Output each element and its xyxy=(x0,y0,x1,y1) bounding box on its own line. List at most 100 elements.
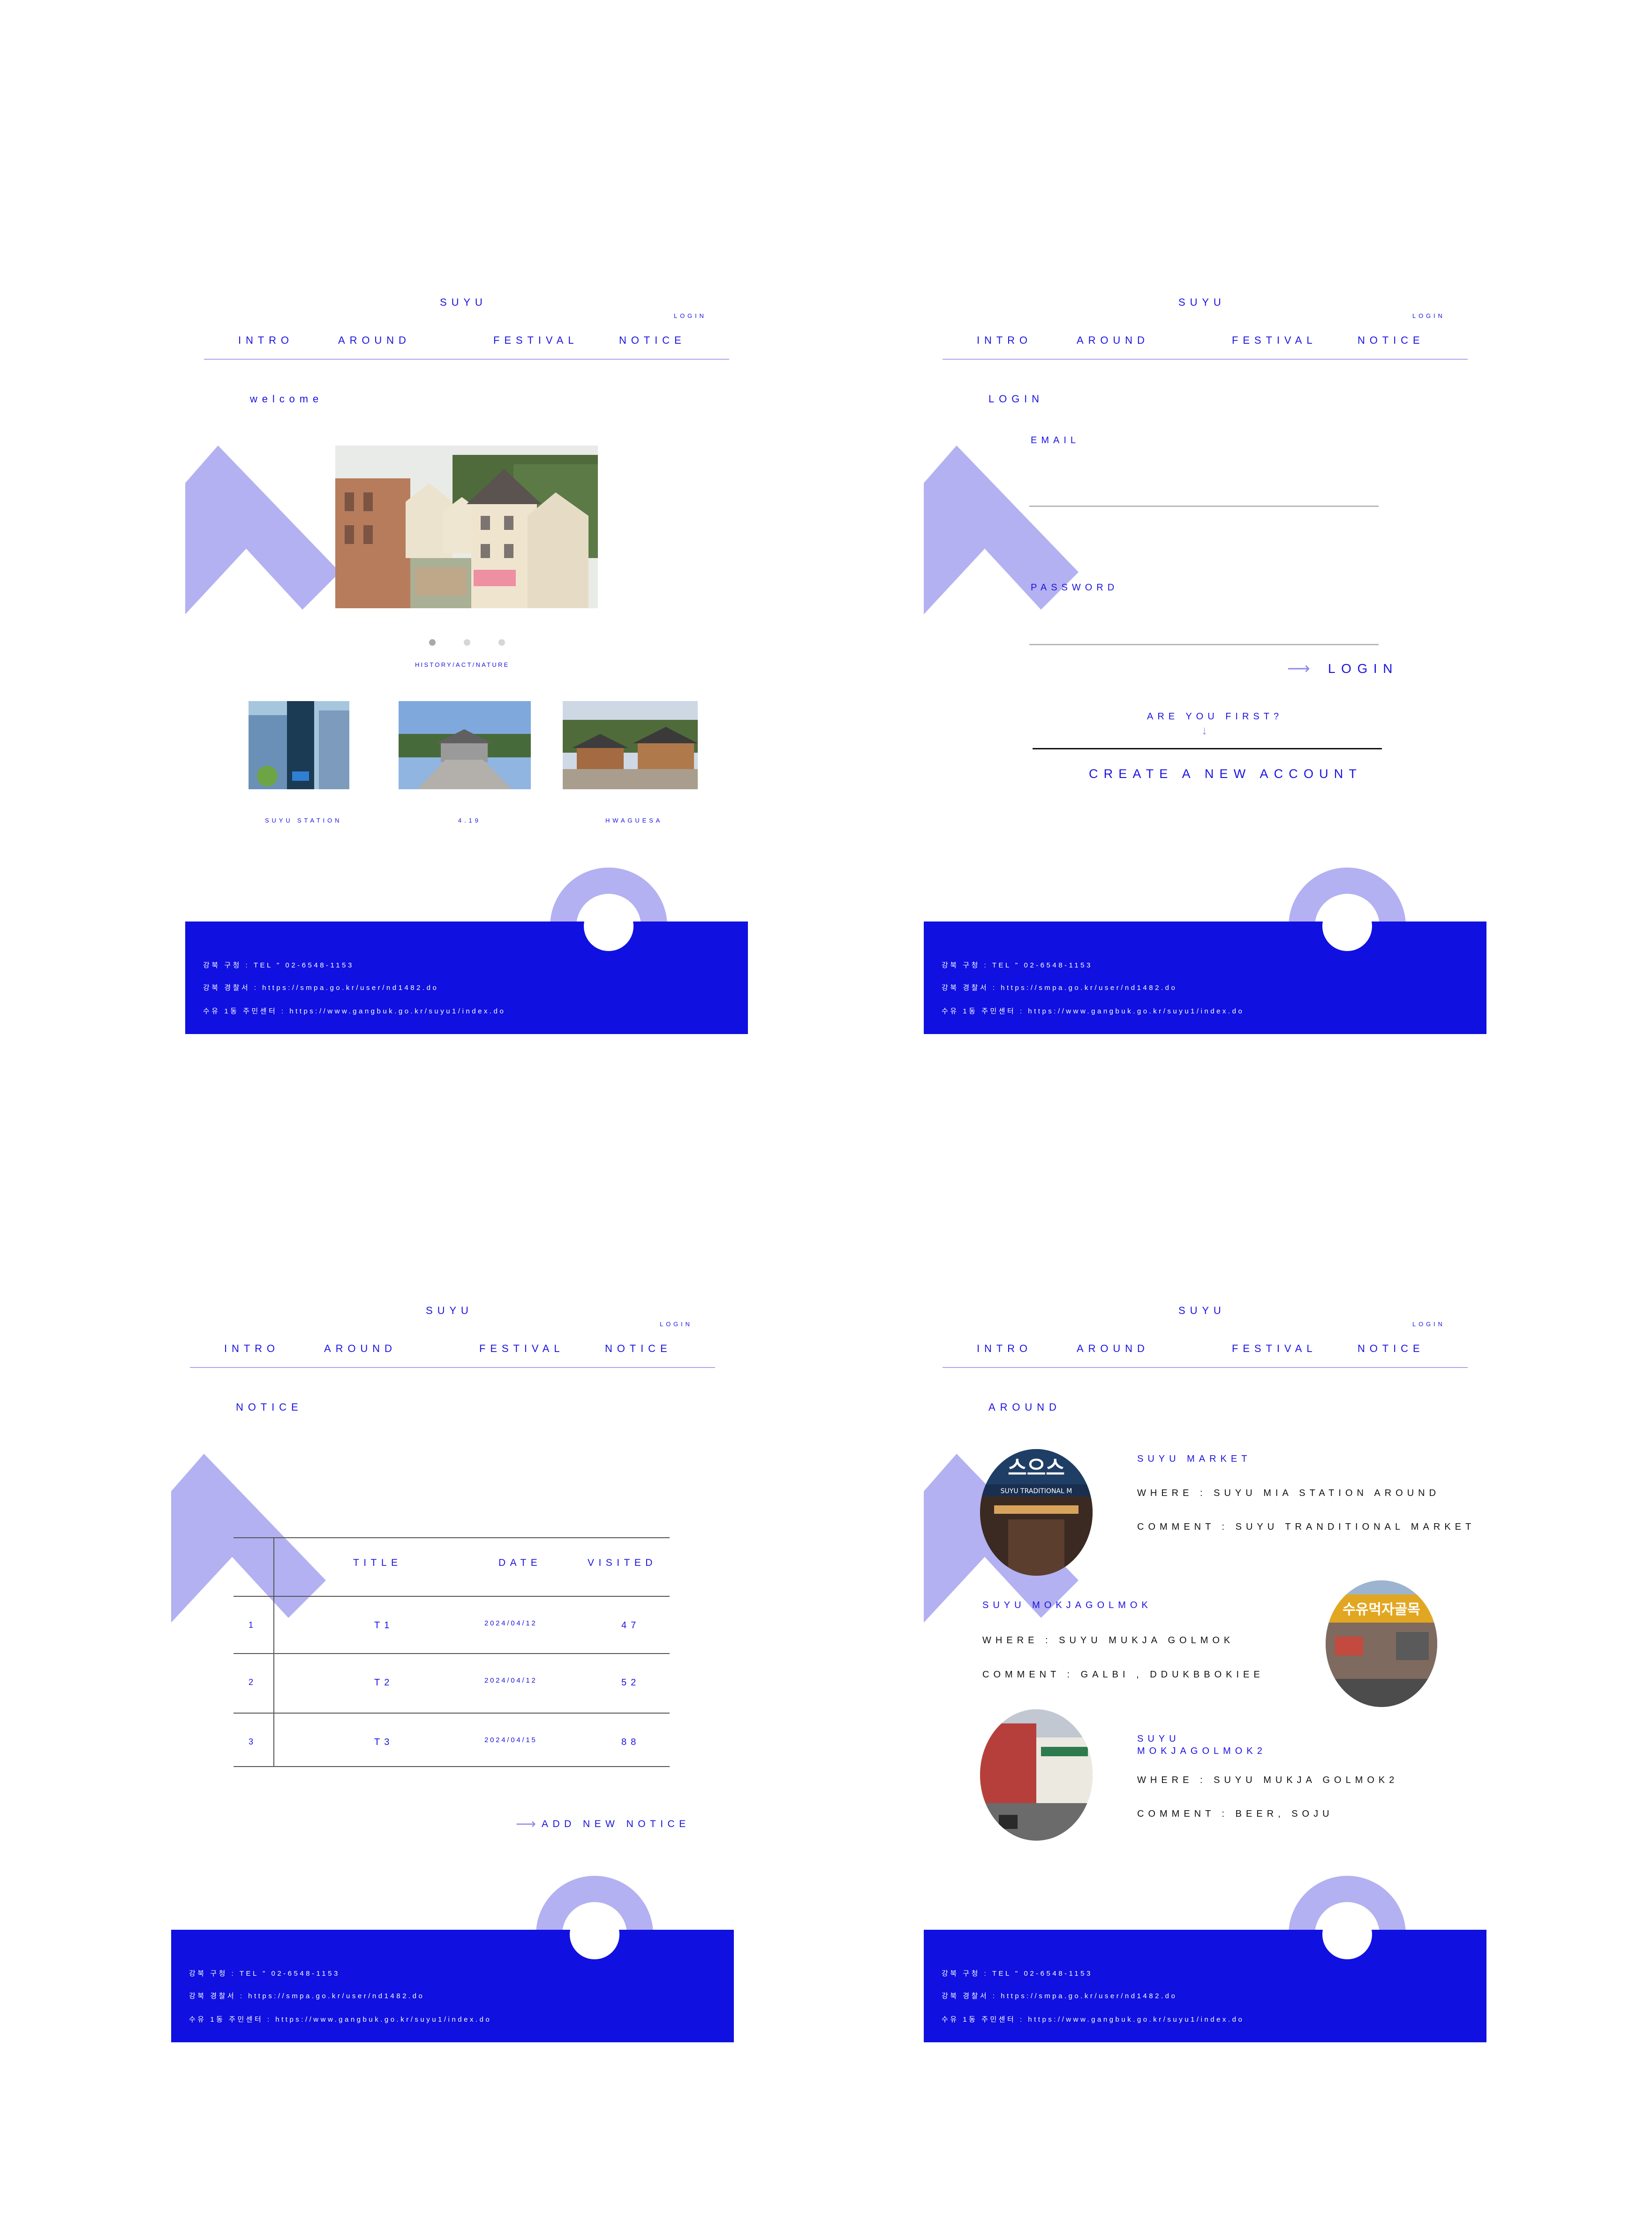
nav-around[interactable]: AROUND xyxy=(324,1343,397,1355)
nav-intro[interactable]: INTRO xyxy=(224,1343,279,1355)
place-name: SUYU MARKET xyxy=(1137,1454,1252,1464)
footer-line-district-office: 강북 구청 : TEL " 02-6548-1153 xyxy=(942,1970,1093,1978)
caption-suyu-station: SUYU STATION xyxy=(265,817,342,824)
carousel-dot-3[interactable] xyxy=(498,639,505,646)
nav-notice[interactable]: NOTICE xyxy=(605,1343,672,1355)
row-title[interactable]: T1 xyxy=(374,1620,393,1631)
nav-festival[interactable]: FESTIVAL xyxy=(1232,1343,1317,1355)
login-button[interactable]: LOGIN xyxy=(1328,661,1398,676)
nav-around[interactable]: AROUND xyxy=(1077,334,1149,347)
row-visited: 52 xyxy=(621,1677,641,1688)
footer-line-district-office: 강북 구청 : TEL " 02-6548-1153 xyxy=(942,961,1093,969)
notice-table: TITLE DATE VISITED 1 T1 2024/04/12 47 2 … xyxy=(234,1537,670,1767)
add-notice-button[interactable]: ADD NEW NOTICE xyxy=(542,1819,690,1830)
arrow-right-icon: ⟶ xyxy=(1287,660,1310,678)
footer-line-community-center[interactable]: 수유 1동 주민센터 : https://www.gangbuk.go.kr/s… xyxy=(942,2014,1244,2024)
nav-intro[interactable]: INTRO xyxy=(977,1343,1032,1355)
nav-notice[interactable]: NOTICE xyxy=(1358,334,1425,347)
header-divider xyxy=(190,1367,715,1368)
site-logo[interactable]: SUYU xyxy=(1178,296,1226,309)
site-logo[interactable]: SUYU xyxy=(440,296,487,309)
nav-intro[interactable]: INTRO xyxy=(238,334,294,347)
market-photo[interactable]: 스으스 SUYU TRADITIONAL M xyxy=(980,1449,1093,1576)
footer-line-district-office: 강북 구청 : TEL " 02-6548-1153 xyxy=(203,961,354,969)
header-divider xyxy=(204,359,729,360)
carousel-dot-1[interactable] xyxy=(429,639,436,646)
footer-line-district-office: 강북 구청 : TEL " 02-6548-1153 xyxy=(189,1970,340,1978)
table-row[interactable]: 3 T3 2024/04/15 88 xyxy=(234,1714,670,1766)
welcome-heading: welcome xyxy=(250,393,324,405)
row-number: 1 xyxy=(249,1620,254,1630)
table-bottom-rule xyxy=(234,1766,670,1767)
footer-line-police[interactable]: 강북 경찰서 : https://smpa.go.kr/user/nd1482.… xyxy=(942,982,1177,992)
row-date: 2024/04/15 xyxy=(484,1736,537,1744)
street-icon xyxy=(980,1709,1093,1841)
alley-gate-icon: 수유먹자골목 xyxy=(1326,1580,1437,1707)
caption-hwaguesa: HWAGUESA xyxy=(605,817,663,824)
carousel-image[interactable] xyxy=(335,446,598,608)
page-title: AROUND xyxy=(988,1401,1061,1413)
decorative-ring-hole xyxy=(1322,1910,1372,1959)
footer: 강북 구청 : TEL " 02-6548-1153 강북 경찰서 : http… xyxy=(185,921,748,1034)
place-name: SUYU MOKJAGOLMOK xyxy=(982,1600,1152,1610)
market-gate-icon: 스으스 SUYU TRADITIONAL M xyxy=(980,1449,1093,1576)
memorial-photo xyxy=(399,701,531,789)
thumbnail-hwaguesa[interactable] xyxy=(563,701,698,789)
col-header-title: TITLE xyxy=(353,1557,402,1568)
password-label: PASSWORD xyxy=(1031,582,1119,593)
footer-line-police[interactable]: 강북 경찰서 : https://smpa.go.kr/user/nd1482.… xyxy=(189,1991,424,2001)
nav-notice[interactable]: NOTICE xyxy=(1358,1343,1425,1355)
site-logo[interactable]: SUYU xyxy=(1178,1305,1226,1317)
page-title: LOGIN xyxy=(988,393,1044,405)
footer: 강북 구청 : TEL " 02-6548-1153 강북 경찰서 : http… xyxy=(924,921,1486,1034)
create-account-divider xyxy=(1033,748,1382,749)
thumbnail-419[interactable] xyxy=(399,701,531,789)
email-label: EMAIL xyxy=(1031,435,1080,446)
password-field-underline xyxy=(1029,644,1379,645)
site-logo[interactable]: SUYU xyxy=(426,1305,473,1317)
footer-line-police[interactable]: 강북 경찰서 : https://smpa.go.kr/user/nd1482.… xyxy=(203,982,438,992)
place-name: SUYU MOKJAGOLMOK2 xyxy=(1137,1734,1267,1756)
decorative-ring-hole xyxy=(584,901,634,951)
login-link[interactable]: LOGIN xyxy=(660,1321,693,1328)
row-title[interactable]: T2 xyxy=(374,1677,393,1688)
col-header-visited: VISITED xyxy=(588,1557,657,1568)
alley-photo[interactable]: 수유먹자골목 xyxy=(1326,1580,1437,1707)
nav-festival[interactable]: FESTIVAL xyxy=(479,1343,565,1355)
footer-line-community-center[interactable]: 수유 1동 주민센터 : https://www.gangbuk.go.kr/s… xyxy=(189,2014,491,2024)
login-link[interactable]: LOGIN xyxy=(1412,1321,1445,1328)
email-field[interactable] xyxy=(1029,449,1379,487)
nav-intro[interactable]: INTRO xyxy=(977,334,1032,347)
page-title: NOTICE xyxy=(236,1401,303,1413)
nav-around[interactable]: AROUND xyxy=(1077,1343,1149,1355)
table-row[interactable]: 1 T1 2024/04/12 47 xyxy=(234,1597,670,1653)
password-field[interactable] xyxy=(1029,596,1379,642)
footer: 강북 구청 : TEL " 02-6548-1153 강북 경찰서 : http… xyxy=(171,1930,734,2042)
row-number: 3 xyxy=(249,1737,254,1746)
thumbnail-suyu-station[interactable] xyxy=(249,701,349,789)
create-account-button[interactable]: CREATE A NEW ACCOUNT xyxy=(1089,767,1362,781)
footer-line-community-center[interactable]: 수유 1동 주민센터 : https://www.gangbuk.go.kr/s… xyxy=(203,1006,505,1016)
carousel-dot-2[interactable] xyxy=(464,639,470,646)
table-row[interactable]: 2 T2 2024/04/12 52 xyxy=(234,1654,670,1713)
nav-notice[interactable]: NOTICE xyxy=(619,334,686,347)
nav-festival[interactable]: FESTIVAL xyxy=(1232,334,1317,347)
login-link[interactable]: LOGIN xyxy=(1412,312,1445,319)
row-title[interactable]: T3 xyxy=(374,1737,393,1748)
footer-line-police[interactable]: 강북 경찰서 : https://smpa.go.kr/user/nd1482.… xyxy=(942,1991,1177,2001)
place-comment: COMMENT : SUYU TRANDITIONAL MARKET xyxy=(1137,1522,1476,1532)
street-photo[interactable] xyxy=(980,1709,1093,1841)
row-date: 2024/04/12 xyxy=(484,1619,537,1627)
place-where: WHERE : SUYU MUKJA GOLMOK2 xyxy=(1137,1775,1399,1785)
nav-around[interactable]: AROUND xyxy=(338,334,411,347)
nav-festival[interactable]: FESTIVAL xyxy=(493,334,579,347)
row-number: 2 xyxy=(249,1677,254,1687)
login-link[interactable]: LOGIN xyxy=(674,312,707,319)
footer-line-community-center[interactable]: 수유 1동 주민센터 : https://www.gangbuk.go.kr/s… xyxy=(942,1006,1244,1016)
carousel-caption: HISTORY/ACT/NATURE xyxy=(415,661,510,668)
t-logo-shape xyxy=(185,446,340,614)
arrow-right-icon: ⟶ xyxy=(516,1816,536,1832)
header-divider xyxy=(943,1367,1468,1368)
row-visited: 88 xyxy=(621,1737,641,1747)
footer: 강북 구청 : TEL " 02-6548-1153 강북 경찰서 : http… xyxy=(924,1930,1486,2042)
